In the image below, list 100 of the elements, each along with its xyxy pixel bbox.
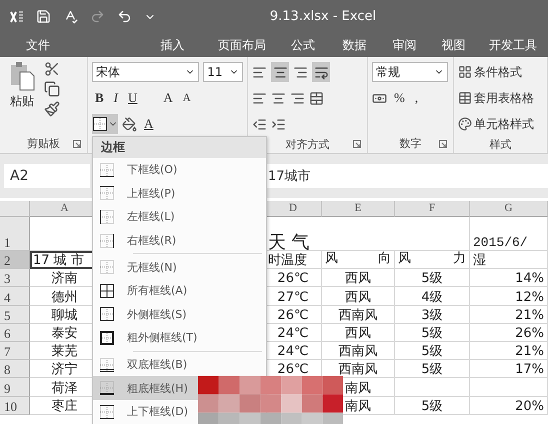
undo-icon[interactable] (117, 9, 132, 24)
table-cell: 5级 (395, 396, 470, 415)
ribbon-tab[interactable]: 文件 (8, 34, 68, 56)
shrink-font-button[interactable]: A (180, 92, 194, 104)
align-left-icon[interactable] (252, 90, 267, 106)
table-cell: 西风 (322, 287, 395, 306)
table-cell: 5级 (395, 324, 470, 342)
row-header[interactable]: 6 (0, 324, 30, 342)
row-header[interactable]: 9 (0, 378, 30, 396)
name-box[interactable]: A2 (4, 164, 90, 188)
table-cell: 湿 (470, 251, 548, 270)
border-icon (99, 232, 115, 249)
table-cell: 5级 (395, 342, 470, 360)
group-label: 数字 (400, 136, 422, 150)
style-icon (458, 65, 472, 79)
table-cell: 21% (470, 306, 548, 324)
font-name-field[interactable]: 宋体 (92, 62, 200, 82)
indent-decrease-icon[interactable] (252, 116, 267, 132)
percent-button[interactable]: % (391, 90, 408, 106)
border-icon (99, 380, 115, 396)
table-cell: 5级 (395, 269, 470, 288)
column-header[interactable]: F (395, 201, 470, 217)
row-header[interactable]: 10 (0, 396, 30, 415)
grow-font-button[interactable]: A (160, 90, 176, 106)
menu-title: 边框 (93, 137, 266, 158)
table-cell: 西南风 (322, 306, 395, 324)
style-command[interactable]: 套用表格格 (458, 87, 534, 109)
font-style-button[interactable]: U (125, 90, 140, 106)
ribbon-tab[interactable]: 页面布局 (207, 34, 277, 56)
table-cell: 3级 (395, 306, 470, 324)
table-cell: 14% (470, 269, 548, 288)
ribbon-tab[interactable]: 公式 (276, 34, 329, 56)
font-style-button[interactable]: B (92, 90, 107, 106)
window-title: 9.13.xlsx - Excel (268, 9, 378, 24)
ribbon-tab[interactable]: 数据 (328, 34, 381, 56)
number-format-field[interactable]: 常规 (372, 62, 448, 82)
font-size-field[interactable]: 11 (203, 62, 243, 82)
format-painter-icon[interactable] (44, 101, 60, 117)
group-label: 对齐方式 (286, 136, 330, 152)
row-header[interactable]: 7 (0, 342, 30, 360)
border-icon (99, 306, 115, 322)
save-icon[interactable] (36, 9, 51, 24)
table-cell: 17% (470, 360, 548, 378)
table-cell: 西风 (322, 269, 395, 288)
align-center-icon[interactable] (271, 90, 286, 106)
table-cell: 西南风 (322, 342, 395, 360)
border-icon (99, 162, 115, 178)
style-icon (458, 117, 472, 131)
table-cell: 5级 (395, 360, 470, 378)
paste-button[interactable]: 粘贴 (4, 61, 40, 133)
cut-icon[interactable] (44, 61, 60, 77)
spell-check-icon[interactable] (63, 9, 78, 24)
table-cell: 风 向 (322, 251, 395, 270)
table-cell: 西风 (322, 324, 395, 342)
row-header[interactable]: 5 (0, 306, 30, 324)
borders-button[interactable] (92, 114, 118, 134)
group-label: 样式 (490, 136, 512, 152)
row-header[interactable]: 3 (0, 269, 30, 288)
menu-item[interactable]: 右框线(R) (93, 228, 266, 252)
app-logo-icon[interactable] (10, 10, 24, 22)
style-icon (458, 91, 472, 105)
align-right-icon[interactable] (290, 90, 305, 106)
indent-increase-icon[interactable] (271, 116, 286, 132)
ribbon-tab[interactable]: 审阅 (380, 34, 428, 56)
align-middle-button[interactable] (271, 62, 289, 82)
border-icon (99, 208, 115, 225)
ribbon-tab[interactable]: 开发工具 (478, 34, 548, 56)
row-header[interactable]: 8 (0, 360, 30, 378)
column-header[interactable]: G (470, 201, 548, 217)
table-cell: 4级 (395, 287, 470, 306)
border-icon (99, 404, 115, 420)
fill-color-icon[interactable] (122, 116, 137, 132)
column-header[interactable]: E (322, 201, 395, 217)
column-header[interactable]: D (265, 201, 322, 217)
border-icon (99, 185, 115, 202)
ribbon-tab[interactable]: 插入 (138, 34, 208, 56)
wrap-text-button[interactable] (312, 62, 330, 82)
dialog-launcher-icon[interactable] (353, 140, 361, 148)
dialog-launcher-icon[interactable] (439, 140, 447, 148)
dialog-launcher-icon[interactable] (73, 140, 81, 148)
font-color-button[interactable]: A (141, 116, 156, 132)
border-icon (99, 282, 115, 299)
font-style-button[interactable]: I (110, 90, 122, 106)
style-command[interactable]: 条件格式 (458, 61, 534, 83)
merge-icon[interactable] (309, 90, 324, 106)
table-cell: 2015/6/ (470, 217, 548, 251)
table-cell: 20% (470, 396, 548, 415)
comma-button[interactable]: , (412, 90, 422, 106)
style-command[interactable]: 单元格样式 (458, 113, 534, 135)
table-cell: 21% (470, 342, 548, 360)
ribbon-tab[interactable]: 视图 (428, 34, 478, 56)
border-icon (99, 259, 115, 276)
row-header[interactable]: 4 (0, 287, 30, 306)
row-header[interactable]: 1 (0, 217, 30, 251)
table-cell: 风 力 (395, 251, 470, 270)
clipboard-icon (9, 61, 35, 91)
row-header[interactable]: 2 (0, 251, 30, 270)
copy-icon[interactable] (44, 81, 60, 97)
table-cell: 12% (470, 287, 548, 306)
table-cell: 26% (470, 324, 548, 342)
